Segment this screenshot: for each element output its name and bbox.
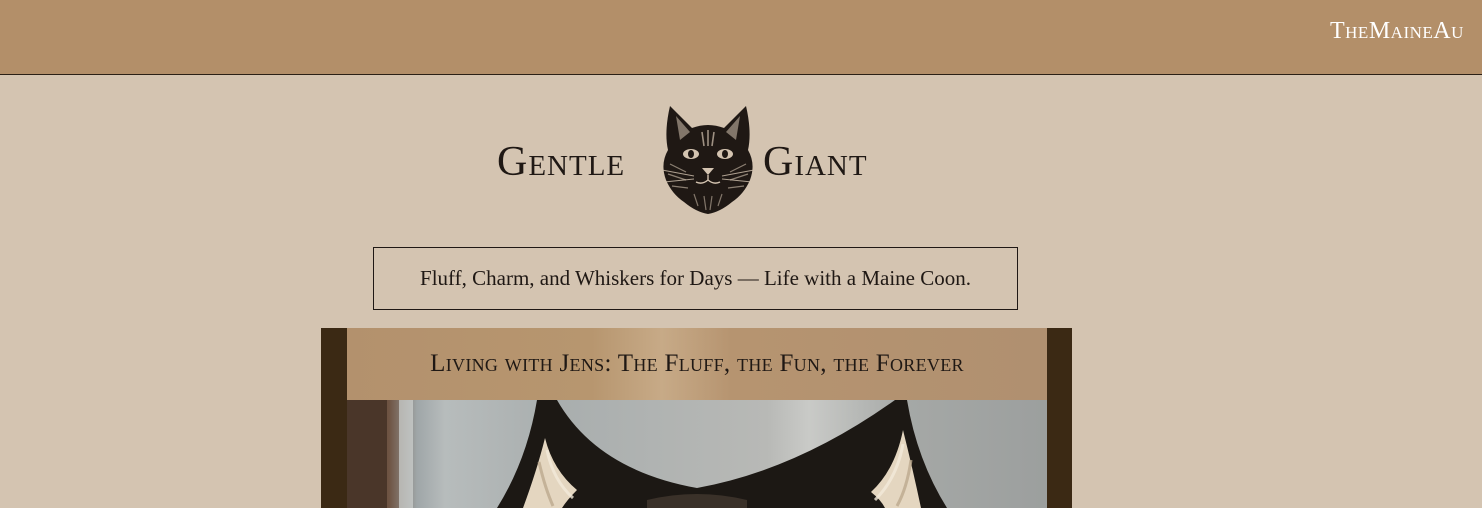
post-photo[interactable]: [347, 400, 1047, 508]
logo-word-right: Giant: [763, 139, 868, 185]
logo-word-left: Gentle: [497, 139, 626, 185]
tagline-text: Fluff, Charm, and Whiskers for Days — Li…: [420, 266, 971, 290]
maine-coon-ears-photo: [347, 400, 947, 508]
post-title[interactable]: Living with Jens: The Fluff, the Fun, th…: [430, 350, 964, 378]
post-header: Living with Jens: The Fluff, the Fun, th…: [347, 328, 1047, 400]
site-name-marquee[interactable]: TheMaineAu: [1330, 18, 1464, 45]
tagline-box: Fluff, Charm, and Whiskers for Days — Li…: [373, 247, 1018, 310]
cat-head-icon: [661, 106, 755, 214]
featured-post[interactable]: Living with Jens: The Fluff, the Fun, th…: [321, 328, 1072, 508]
top-banner: TheMaineAu: [0, 0, 1482, 75]
site-logo[interactable]: Gentle Giant: [495, 100, 900, 215]
